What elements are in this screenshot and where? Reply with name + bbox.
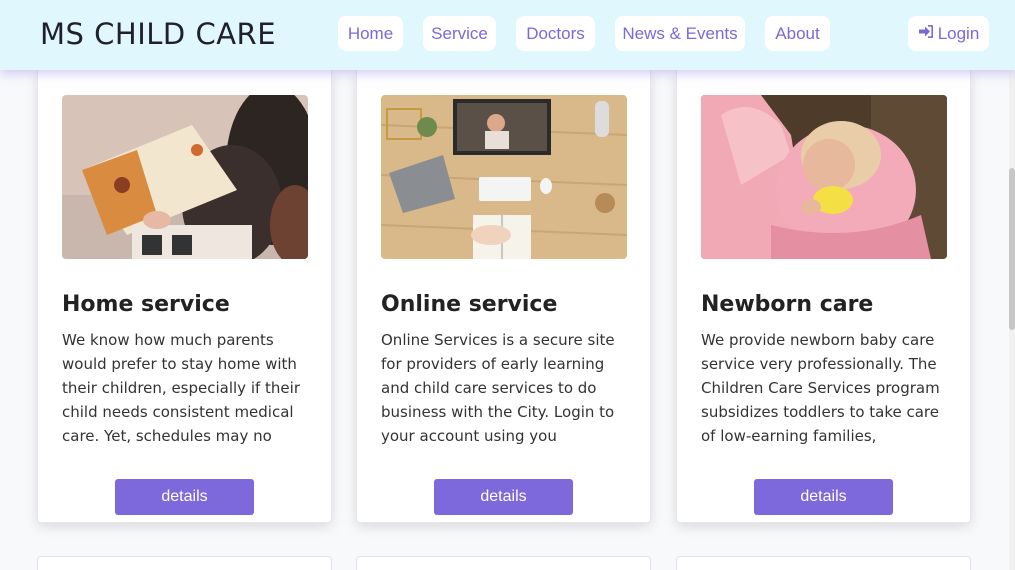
card-image	[701, 95, 947, 259]
service-card-home: Home service We know how much parents wo…	[37, 70, 332, 523]
details-button[interactable]: details	[434, 479, 573, 515]
service-card-newborn: Newborn care We provide newborn baby car…	[676, 70, 971, 523]
card-title: Newborn care	[701, 292, 874, 317]
service-card-next-row	[37, 556, 332, 570]
card-description: We provide newborn baby care service ver…	[701, 331, 940, 445]
nav-service-button[interactable]: Service	[423, 16, 496, 51]
scrollbar-thumb[interactable]	[1009, 168, 1015, 330]
card-image	[381, 95, 627, 259]
details-button[interactable]: details	[754, 479, 893, 515]
service-card-online: Online service Online Services is a secu…	[356, 70, 651, 523]
service-card-next-row	[676, 556, 971, 570]
sign-in-icon	[918, 24, 934, 44]
login-label: Login	[937, 23, 980, 43]
details-button[interactable]: details	[115, 479, 254, 515]
card-image	[62, 95, 308, 259]
card-title: Home service	[62, 292, 230, 317]
navbar: MS CHILD CARE Home Service Doctors News …	[0, 0, 1015, 70]
card-description: Online Services is a secure site for pro…	[381, 331, 615, 445]
nav-home-button[interactable]: Home	[338, 16, 403, 51]
service-card-next-row	[356, 556, 651, 570]
nav-about-button[interactable]: About	[765, 16, 830, 51]
card-description: We know how much parents would prefer to…	[62, 331, 300, 445]
login-button[interactable]: Login	[908, 16, 989, 51]
brand-logo[interactable]: MS CHILD CARE	[40, 17, 276, 51]
card-title: Online service	[381, 292, 558, 317]
nav-doctors-button[interactable]: Doctors	[516, 16, 595, 51]
nav-news-events-button[interactable]: News & Events	[615, 16, 745, 51]
